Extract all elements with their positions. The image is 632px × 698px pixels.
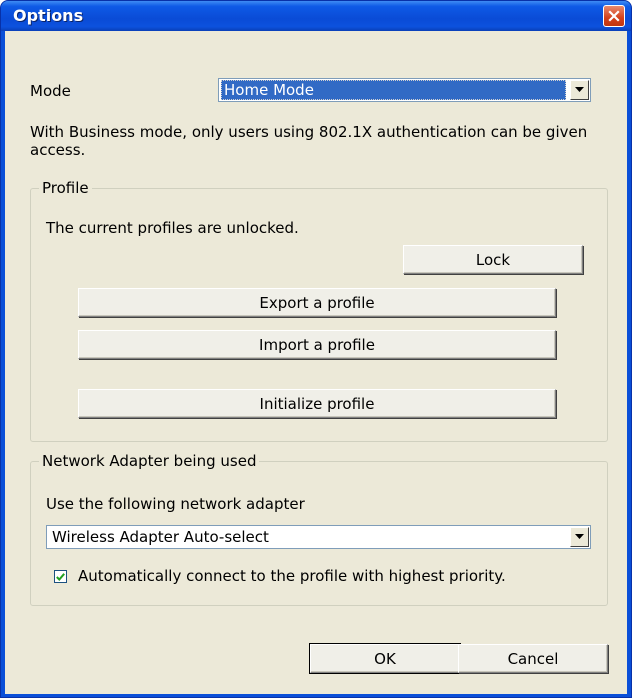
mode-description: With Business mode, only users using 802… [30,123,588,159]
cancel-button[interactable]: Cancel [458,644,608,673]
profile-status-text: The current profiles are unlocked. [46,219,299,237]
dialog-body: Mode Home Mode With Business mode, only … [5,31,627,694]
title-bar[interactable]: Options [1,1,631,31]
options-dialog: Options Mode Home Mode With Business mod… [0,0,632,698]
initialize-profile-button[interactable]: Initialize profile [78,389,556,418]
initialize-profile-label: Initialize profile [259,394,375,413]
import-profile-label: Import a profile [259,335,375,354]
mode-select-arrow[interactable] [570,80,589,100]
import-profile-button[interactable]: Import a profile [78,330,556,359]
mode-label: Mode [30,82,71,100]
adapter-instruction-text: Use the following network adapter [46,495,305,513]
auto-connect-checkbox[interactable] [54,570,67,583]
lock-button[interactable]: Lock [403,245,583,274]
chevron-down-icon [575,534,584,539]
ok-button[interactable]: OK [309,643,461,674]
chevron-down-icon [575,87,584,92]
network-adapter-select-arrow[interactable] [570,527,589,547]
mode-select[interactable]: Home Mode [218,78,591,102]
close-icon [608,10,620,22]
cancel-button-label: Cancel [507,649,559,668]
network-adapter-select[interactable]: Wireless Adapter Auto-select [46,525,591,549]
export-profile-label: Export a profile [259,293,375,312]
window-title: Options [13,6,84,25]
profile-group-label: Profile [39,179,92,197]
lock-button-label: Lock [475,250,511,269]
check-icon [56,572,65,581]
network-adapter-group-label: Network Adapter being used [39,452,260,470]
export-profile-button[interactable]: Export a profile [78,288,556,317]
close-button[interactable] [603,5,625,27]
ok-button-label: OK [374,649,396,668]
network-adapter-select-value: Wireless Adapter Auto-select [52,528,269,546]
mode-select-value: Home Mode [221,80,566,100]
auto-connect-label[interactable]: Automatically connect to the profile wit… [78,567,506,585]
